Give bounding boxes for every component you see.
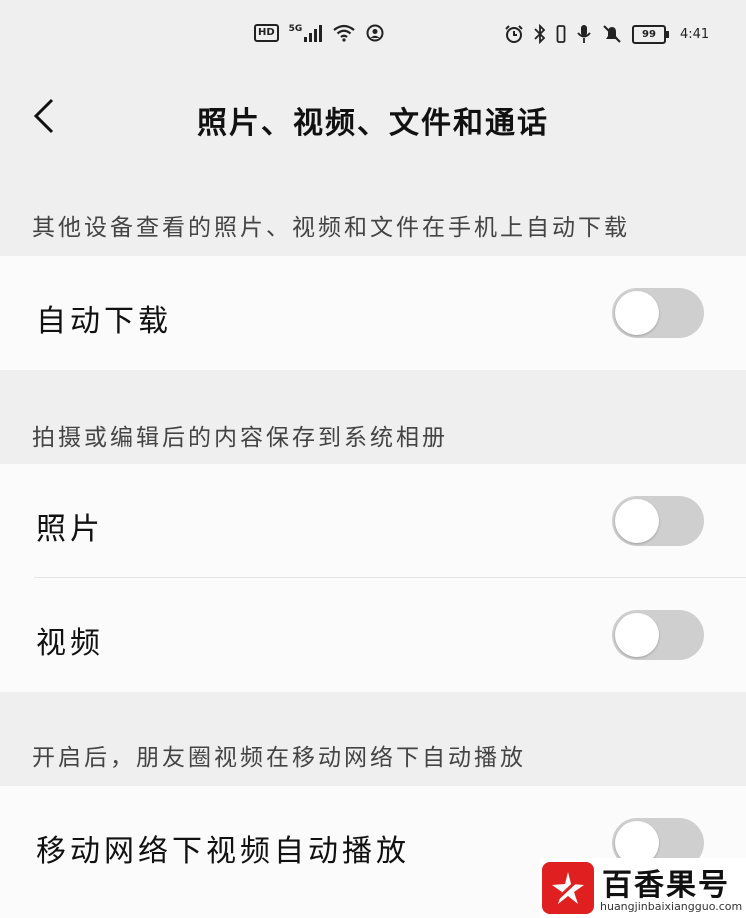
- toggle-videos[interactable]: [612, 610, 704, 660]
- alarm-icon: [504, 24, 524, 44]
- navigation-header: 照片、视频、文件和通话: [0, 78, 746, 156]
- setting-label-videos: 视频: [36, 626, 104, 661]
- section-label-auto-download: 其他设备查看的照片、视频和文件在手机上自动下载: [32, 215, 630, 241]
- hd-badge: HD: [254, 24, 279, 42]
- section-label-mobile-autoplay: 开启后，朋友圈视频在移动网络下自动播放: [32, 745, 526, 771]
- status-right: 99 4:41: [504, 24, 709, 44]
- toggle-knob: [615, 499, 659, 543]
- location-icon: [366, 24, 384, 42]
- watermark: 百香果号 huangjinbaixiangguo.com: [540, 858, 746, 918]
- toggle-knob: [615, 613, 659, 657]
- setting-row-auto-download[interactable]: 自动下载: [0, 256, 746, 370]
- page-title: 照片、视频、文件和通话: [197, 106, 549, 141]
- setting-row-videos[interactable]: 视频: [0, 578, 746, 692]
- toggle-photos[interactable]: [612, 496, 704, 546]
- vibrate-icon: [556, 24, 566, 44]
- battery-icon: 99: [632, 24, 669, 44]
- watermark-url: huangjinbaixiangguo.com: [600, 900, 743, 913]
- mute-bell-icon: [602, 24, 622, 44]
- settings-card-auto-download: 自动下载: [0, 256, 746, 370]
- toggle-knob: [615, 291, 659, 335]
- watermark-brand: 百香果号: [602, 868, 730, 903]
- setting-label-auto-download: 自动下载: [36, 304, 172, 339]
- toggle-auto-download[interactable]: [612, 288, 704, 338]
- setting-label-mobile-autoplay: 移动网络下视频自动播放: [36, 834, 410, 869]
- status-bar: HD 5G 99 4:41: [0, 0, 746, 78]
- setting-row-photos[interactable]: 照片: [0, 464, 746, 578]
- microphone-icon: [576, 24, 592, 44]
- network-type: 5G: [288, 24, 303, 34]
- cellular-signal-icon: 5G: [289, 24, 323, 42]
- section-label-save-to-album: 拍摄或编辑后的内容保存到系统相册: [32, 425, 448, 451]
- bluetooth-icon: [534, 24, 546, 44]
- watermark-logo-icon: [542, 862, 594, 914]
- status-left: HD 5G: [254, 24, 384, 42]
- settings-card-save-to-album: 照片 视频: [0, 464, 746, 692]
- wifi-icon: [332, 24, 356, 42]
- setting-label-photos: 照片: [36, 512, 104, 547]
- status-time: 4:41: [680, 26, 710, 42]
